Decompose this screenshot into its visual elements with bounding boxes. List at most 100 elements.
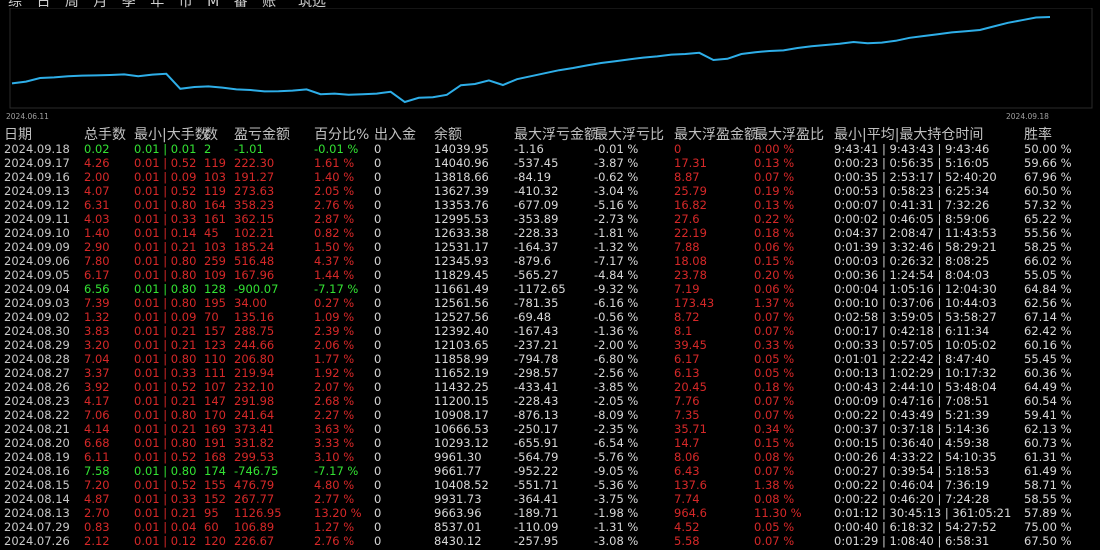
cell-lots: 2.90 (84, 240, 110, 254)
cell-minmax: 0.01 | 0.52 (134, 450, 197, 464)
table-row[interactable]: 2024.09.06 7.80 0.01 | 0.80 259 516.48 4.37 %… (0, 254, 1100, 268)
cell-flow: 0 (374, 282, 382, 296)
table-row[interactable]: 2024.07.26 2.12 0.01 | 0.12 120 226.67 2.76 %… (0, 534, 1100, 548)
table-row[interactable]: 2024.09.18 0.02 0.01 | 0.01 2 -1.01 -0.01 % 0 1… (0, 142, 1100, 156)
table-row[interactable]: 2024.08.19 6.11 0.01 | 0.52 168 299.53 3.10 %… (0, 450, 1100, 464)
cell-mfpp: 11.30 % (754, 506, 802, 520)
table-row[interactable]: 2024.08.27 3.37 0.01 | 0.33 111 219.94 1.92 %… (0, 366, 1100, 380)
cell-date: 2024.07.26 (4, 534, 70, 548)
cell-mflp: -2.00 % (594, 338, 639, 352)
cell-bal: 12345.93 (434, 254, 489, 268)
table-row[interactable]: 2024.08.20 6.68 0.01 | 0.80 191 331.82 3.33 %… (0, 436, 1100, 450)
cell-mfp: 7.76 (674, 394, 700, 408)
table-row[interactable]: 2024.09.16 2.00 0.01 | 0.09 103 191.27 1.40 %… (0, 170, 1100, 184)
cell-mfl: -655.91 (514, 436, 559, 450)
table-row[interactable]: 2024.08.15 7.20 0.01 | 0.52 155 476.79 4.80 %… (0, 478, 1100, 492)
cell-mfpp: 0.07 % (754, 534, 795, 548)
period-tabs[interactable]: 综 日 周 月 季 年 币 M 番 账 (8, 0, 281, 8)
cell-mfl: -250.17 (514, 422, 559, 436)
table-row[interactable]: 2024.07.29 0.83 0.01 | 0.04 60 106.89 1.27 % 0… (0, 520, 1100, 534)
cell-date: 2024.09.17 (4, 156, 70, 170)
cell-pnl: 244.66 (234, 338, 275, 352)
cell-win: 50.00 % (1024, 142, 1072, 156)
column-header[interactable]: 余额 (434, 124, 462, 143)
cell-mfl: -952.22 (514, 464, 559, 478)
cell-mfp: 27.6 (674, 212, 700, 226)
cell-mfl: -677.09 (514, 198, 559, 212)
cell-win: 60.73 % (1024, 436, 1072, 450)
table-row[interactable]: 2024.09.12 6.31 0.01 | 0.80 164 358.23 2.76 %… (0, 198, 1100, 212)
table-row[interactable]: 2024.09.02 1.32 0.01 | 0.09 70 135.16 1.09 % 0… (0, 310, 1100, 324)
cell-flow: 0 (374, 394, 382, 408)
table-row[interactable]: 2024.08.28 7.04 0.01 | 0.80 110 206.80 1.77 %… (0, 352, 1100, 366)
table-row[interactable]: 2024.08.26 3.92 0.01 | 0.52 107 232.10 2.07 %… (0, 380, 1100, 394)
column-header[interactable]: 总手数 (84, 124, 126, 143)
table-row[interactable]: 2024.08.23 4.17 0.01 | 0.21 147 291.98 2.68 %… (0, 394, 1100, 408)
table-row[interactable]: 2024.09.10 1.40 0.01 | 0.14 45 102.21 0.82 % 0… (0, 226, 1100, 240)
table-row[interactable]: 2024.08.22 7.06 0.01 | 0.80 170 241.64 2.27 %… (0, 408, 1100, 422)
cell-cnt: 123 (204, 338, 226, 352)
cell-mfl: -298.57 (514, 366, 559, 380)
cell-mflp: -3.75 % (594, 492, 639, 506)
cell-bal: 9931.73 (434, 492, 482, 506)
column-header[interactable]: 最大浮亏比 (594, 124, 664, 143)
column-header[interactable]: 胜率 (1024, 124, 1052, 143)
table-row[interactable]: 2024.09.03 7.39 0.01 | 0.80 195 34.00 0.27 % 0… (0, 296, 1100, 310)
cell-cnt: 109 (204, 268, 226, 282)
table-row[interactable]: 2024.08.29 3.20 0.01 | 0.21 123 244.66 2.06 %… (0, 338, 1100, 352)
cell-pct: 1.09 % (314, 310, 355, 324)
cell-mfl: -879.6 (514, 254, 552, 268)
cell-cnt: 195 (204, 296, 226, 310)
cell-mflp: -3.87 % (594, 156, 639, 170)
cell-mfp: 16.82 (674, 198, 707, 212)
table-row[interactable]: 2024.09.13 4.07 0.01 | 0.52 119 273.63 2.05 %… (0, 184, 1100, 198)
cell-pnl: 219.94 (234, 366, 275, 380)
filter-option[interactable]: 筑选 (298, 0, 326, 8)
cell-mfpp: 0.13 % (754, 156, 795, 170)
column-header[interactable]: 最小|平均|最大持仓时间 (834, 124, 983, 143)
cell-hold: 0:00:10 | 0:37:06 | 10:44:03 (834, 296, 997, 310)
column-header[interactable]: 最大浮亏金额 (514, 124, 598, 143)
cell-pct: 2.87 % (314, 212, 355, 226)
cell-minmax: 0.01 | 0.33 (134, 212, 197, 226)
chart-plot-area (9, 8, 1093, 109)
column-header[interactable]: 出入金 (374, 124, 416, 143)
cell-mfpp: 1.37 % (754, 296, 795, 310)
table-row[interactable]: 2024.08.16 7.58 0.01 | 0.80 174 -746.75 -7.17… (0, 464, 1100, 478)
cell-pnl: 185.24 (234, 240, 275, 254)
table-row[interactable]: 2024.09.05 6.17 0.01 | 0.80 109 167.96 1.44 %… (0, 268, 1100, 282)
column-header[interactable]: 盈亏金额 (234, 124, 290, 143)
cell-pnl: 373.41 (234, 422, 275, 436)
cell-date: 2024.08.20 (4, 436, 70, 450)
table-row[interactable]: 2024.09.04 6.56 0.01 | 0.80 128 -900.07 -7.17… (0, 282, 1100, 296)
cell-lots: 4.14 (84, 422, 110, 436)
column-header[interactable]: 最大浮盈比 (754, 124, 824, 143)
column-header[interactable]: 数 (204, 124, 218, 143)
table-row[interactable]: 2024.08.30 3.83 0.01 | 0.21 157 288.75 2.39 %… (0, 324, 1100, 338)
column-header[interactable]: 日期 (4, 124, 32, 143)
table-row[interactable]: 2024.09.09 2.90 0.01 | 0.21 103 185.24 1.50 %… (0, 240, 1100, 254)
cell-hold: 0:01:29 | 1:08:40 | 6:58:31 (834, 534, 990, 548)
column-header[interactable]: 最小|大手数 (134, 124, 209, 143)
cell-mfpp: 0.19 % (754, 184, 795, 198)
cell-flow: 0 (374, 198, 382, 212)
cell-minmax: 0.01 | 0.80 (134, 436, 197, 450)
cell-flow: 0 (374, 534, 382, 548)
table-row[interactable]: 2024.08.13 2.70 0.01 | 0.21 95 1126.95 13.20 … (0, 506, 1100, 520)
table-row[interactable]: 2024.08.21 4.14 0.01 | 0.21 169 373.41 3.63 %… (0, 422, 1100, 436)
table-row[interactable]: 2024.09.17 4.26 0.01 | 0.52 119 222.30 1.61 %… (0, 156, 1100, 170)
cell-flow: 0 (374, 156, 382, 170)
cell-minmax: 0.01 | 0.12 (134, 534, 197, 548)
column-header[interactable]: 百分比% (314, 124, 369, 143)
column-header[interactable]: 最大浮盈金额 (674, 124, 758, 143)
cell-lots: 6.17 (84, 268, 110, 282)
cell-mfp: 35.71 (674, 422, 707, 436)
cell-win: 75.00 % (1024, 520, 1072, 534)
cell-date: 2024.08.22 (4, 408, 70, 422)
cell-minmax: 0.01 | 0.33 (134, 366, 197, 380)
cell-bal: 12531.17 (434, 240, 489, 254)
table-row[interactable]: 2024.09.11 4.03 0.01 | 0.33 161 362.15 2.87 %… (0, 212, 1100, 226)
table-row[interactable]: 2024.08.14 4.87 0.01 | 0.33 152 267.77 2.77 %… (0, 492, 1100, 506)
cell-minmax: 0.01 | 0.33 (134, 492, 197, 506)
cell-flow: 0 (374, 352, 382, 366)
